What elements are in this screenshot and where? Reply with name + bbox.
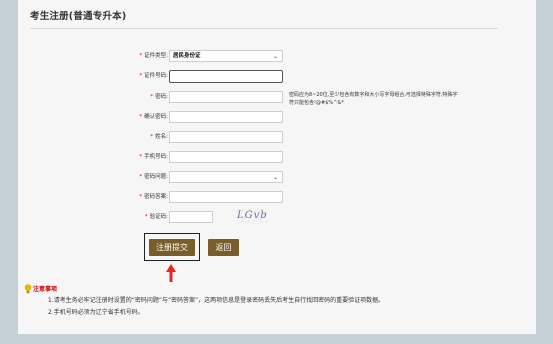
notice-line: 2.手机号码必须为辽宁省手机号码。 [48, 309, 144, 316]
password-input[interactable] [169, 91, 283, 103]
page-title: 考生注册(普通专升本) [30, 11, 127, 22]
arrow-up-icon [166, 264, 176, 282]
field-row-name: * 姓名: [0, 131, 553, 145]
captcha-image[interactable]: LGvb [237, 209, 267, 223]
field-label: * 密码答案: [139, 194, 168, 200]
title-divider [30, 28, 498, 29]
field-label: * 手机号码: [139, 154, 168, 160]
field-row-security-question: * 密码问题: ⌄ [0, 171, 553, 185]
field-label: * 证件号码: [139, 73, 168, 79]
notice-title: 注意事项 [33, 286, 58, 293]
security-answer-input[interactable] [169, 191, 283, 203]
password-hint: 密码应为8~20位,至少包含有数字和大小写字母组合,可选择特殊字符,特殊字符只能… [289, 92, 458, 106]
id-number-input[interactable] [169, 70, 283, 83]
back-button[interactable]: 返回 [208, 239, 239, 256]
field-row-id-number: * 证件号码: [0, 70, 553, 84]
field-label: * 密码: [150, 94, 168, 100]
chevron-down-icon: ⌄ [272, 53, 278, 60]
field-row-captcha: * 验证码: [0, 211, 553, 225]
field-row-security-answer: * 密码答案: [0, 191, 553, 205]
security-question-select[interactable]: ⌄ [169, 171, 283, 183]
field-label: * 姓名: [150, 134, 168, 140]
captcha-input[interactable] [169, 211, 213, 223]
lightbulb-icon [24, 284, 32, 294]
notice-line: 1.请考生务必牢记注册时设置的“密码问题”与“密码答案”，这两项信息是登录密码丢… [48, 297, 385, 304]
id-type-select[interactable]: 居民身份证 ⌄ [169, 50, 283, 62]
field-label: * 验证码: [144, 214, 168, 220]
field-row-confirm-password: * 确认密码: [0, 111, 553, 125]
phone-input[interactable] [169, 151, 283, 163]
field-label: * 证件类型: [139, 53, 168, 59]
confirm-password-input[interactable] [169, 111, 283, 123]
field-label: * 确认密码: [139, 114, 168, 120]
submit-button[interactable]: 注册提交 [149, 239, 195, 256]
field-row-id-type: * 证件类型: 居民身份证 ⌄ [0, 50, 553, 64]
field-row-phone: * 手机号码: [0, 151, 553, 165]
field-label: * 密码问题: [139, 174, 168, 180]
chevron-down-icon: ⌄ [272, 174, 278, 181]
field-row-password: * 密码: [0, 91, 553, 105]
name-input[interactable] [169, 131, 283, 143]
